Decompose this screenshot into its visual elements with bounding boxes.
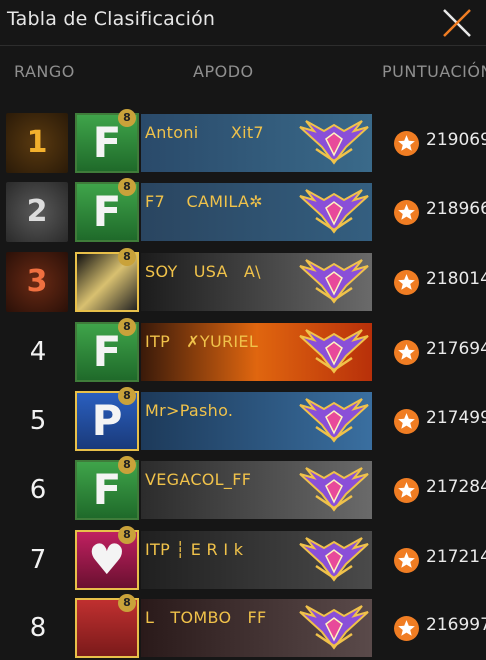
level-badge: 8 bbox=[118, 387, 136, 405]
rank-medal-silver: 2 bbox=[6, 182, 68, 242]
player-score: 218014 bbox=[426, 269, 486, 289]
player-name: VEGACOL_FF bbox=[145, 470, 252, 489]
rank-number: 2 bbox=[26, 194, 48, 229]
rank-number: 3 bbox=[26, 264, 48, 299]
star-icon bbox=[394, 200, 419, 225]
leaderboard-row[interactable]: 2 F 8 F7 CAMILA✲ 218966 bbox=[0, 178, 486, 244]
title-bar: Tabla de Clasificación bbox=[0, 0, 486, 44]
winged-rank-badge-icon bbox=[299, 398, 369, 443]
level-badge: 8 bbox=[118, 594, 136, 612]
star-icon bbox=[394, 270, 419, 295]
player-name: ITP ✗YURIEL bbox=[145, 332, 259, 351]
level-badge: 8 bbox=[118, 526, 136, 544]
rank-medal-bronze: 3 bbox=[6, 252, 68, 312]
player-name: SOY USA A\ bbox=[145, 262, 261, 281]
star-icon bbox=[394, 131, 419, 156]
rank-number: 7 bbox=[29, 545, 47, 575]
player-score: 217214 bbox=[426, 547, 486, 567]
star-icon bbox=[394, 478, 419, 503]
star-icon bbox=[394, 340, 419, 365]
leaderboard-row[interactable]: 5 P 8 Mr>Pasho. 217499 bbox=[0, 387, 486, 453]
leaderboard-row[interactable]: 6 F 8 VEGACOL_FF 217284 bbox=[0, 456, 486, 522]
star-icon bbox=[394, 616, 419, 641]
rank-number: 1 bbox=[26, 125, 48, 160]
player-score: 219069 bbox=[426, 130, 486, 150]
column-header-score: PUNTUACIÓN bbox=[382, 62, 486, 81]
star-icon bbox=[394, 409, 419, 434]
rank-number: 6 bbox=[29, 475, 47, 505]
level-badge: 8 bbox=[118, 109, 136, 127]
level-badge: 8 bbox=[118, 248, 136, 266]
player-score: 217694 bbox=[426, 339, 486, 359]
player-name: ITP ┆ E R I k bbox=[145, 540, 244, 559]
column-header-nickname: APODO bbox=[193, 62, 254, 81]
player-name: L TOMBO FF bbox=[145, 608, 267, 627]
header-divider bbox=[0, 45, 486, 46]
rank-medal-gold: 1 bbox=[6, 113, 68, 173]
leaderboard-row[interactable]: 7 ♥ 8 ITP ┆ E R I k 217214 bbox=[0, 526, 486, 592]
rank-number: 8 bbox=[29, 613, 47, 643]
winged-rank-badge-icon bbox=[299, 605, 369, 650]
player-score: 217284 bbox=[426, 477, 486, 497]
rank-number: 5 bbox=[29, 406, 47, 436]
rank-number: 4 bbox=[29, 337, 47, 367]
player-score: 216997 bbox=[426, 615, 486, 635]
player-score: 218966 bbox=[426, 199, 486, 219]
leaderboard-row[interactable]: 1 F 8 Antoni Xit7 219069 bbox=[0, 109, 486, 175]
level-badge: 8 bbox=[118, 318, 136, 336]
winged-rank-badge-icon bbox=[299, 259, 369, 304]
page-title: Tabla de Clasificación bbox=[7, 8, 216, 30]
close-icon[interactable] bbox=[440, 6, 474, 40]
winged-rank-badge-icon bbox=[299, 120, 369, 165]
level-badge: 8 bbox=[118, 178, 136, 196]
leaderboard-row[interactable]: 8 8 L TOMBO FF 216997 bbox=[0, 594, 486, 660]
player-name: Mr>Pasho. bbox=[145, 401, 234, 420]
level-badge: 8 bbox=[118, 456, 136, 474]
player-name: Antoni Xit7 bbox=[145, 123, 264, 142]
winged-rank-badge-icon bbox=[299, 537, 369, 582]
player-name: F7 CAMILA✲ bbox=[145, 192, 263, 211]
winged-rank-badge-icon bbox=[299, 467, 369, 512]
leaderboard-row[interactable]: 3 8 SOY USA A\ 218014 bbox=[0, 248, 486, 314]
star-icon bbox=[394, 548, 419, 573]
winged-rank-badge-icon bbox=[299, 189, 369, 234]
player-score: 217499 bbox=[426, 408, 486, 428]
leaderboard-row[interactable]: 4 F 8 ITP ✗YURIEL 217694 bbox=[0, 318, 486, 384]
column-header-rank: RANGO bbox=[14, 62, 75, 81]
winged-rank-badge-icon bbox=[299, 329, 369, 374]
